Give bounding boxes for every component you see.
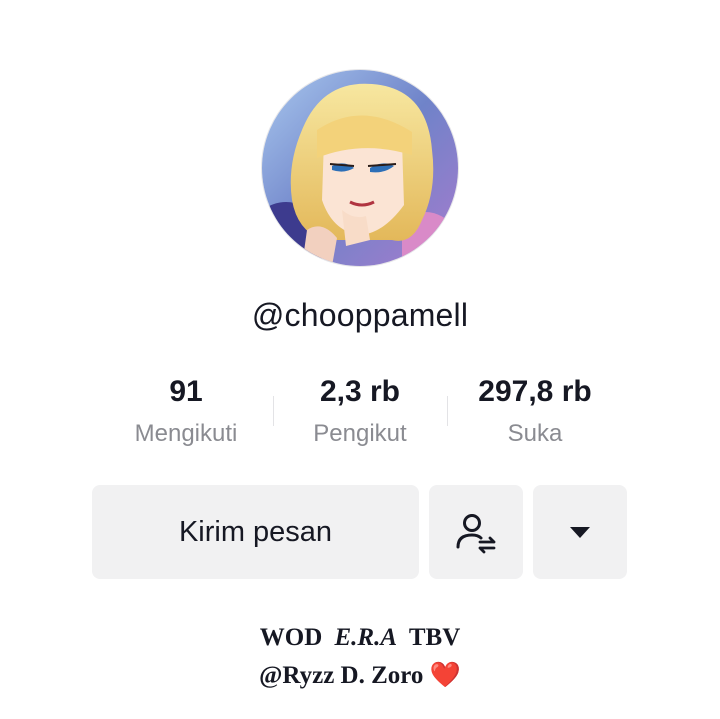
- stat-followers-value: 2,3 rb: [319, 375, 401, 408]
- caret-down-icon: [570, 527, 590, 538]
- bio-line-1: WOD E.R.A TBV: [0, 624, 720, 652]
- stat-followers[interactable]: 2,3 rb Pengikut: [272, 372, 448, 448]
- avatar-image: [262, 70, 458, 266]
- username: @chooppamell: [251, 297, 469, 333]
- stat-likes[interactable]: 297,8 rb Suka: [447, 372, 623, 448]
- more-options-button[interactable]: [533, 485, 627, 579]
- bio-line-2: @Ryzz D. Zoro ❤️: [0, 660, 720, 690]
- user-swap-icon: [456, 514, 496, 554]
- stat-likes-value: 297,8 rb: [478, 375, 592, 408]
- stat-following-value: 91: [169, 375, 203, 408]
- stat-likes-label: Suka: [507, 420, 563, 447]
- bio-text: E.R.A: [334, 624, 398, 651]
- profile-avatar[interactable]: [262, 70, 458, 266]
- bio-mention[interactable]: @Ryzz D. Zoro: [259, 662, 423, 689]
- stat-following-label: Mengikuti: [134, 420, 238, 447]
- bio-text: TBV: [408, 624, 461, 651]
- bio-text: WOD: [259, 624, 323, 651]
- profile-stats: 91 Mengikuti 2,3 rb Pengikut 297,8 rb Su…: [93, 372, 627, 452]
- follow-status-button[interactable]: [429, 485, 523, 579]
- heart-icon: ❤️: [429, 660, 461, 689]
- stat-following[interactable]: 91 Mengikuti: [98, 372, 274, 448]
- send-message-button[interactable]: Kirim pesan: [92, 485, 419, 579]
- stat-followers-label: Pengikut: [313, 420, 407, 447]
